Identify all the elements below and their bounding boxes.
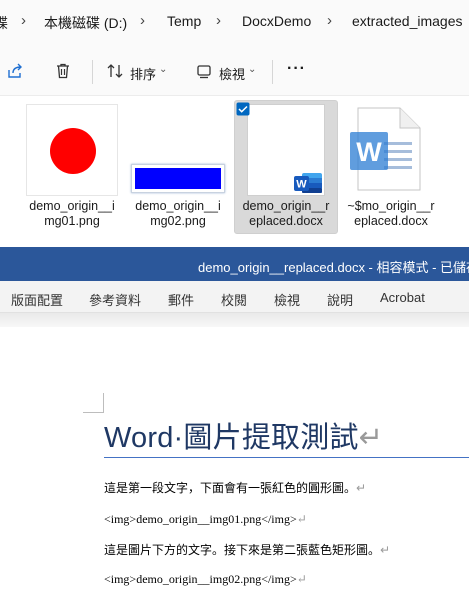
tab-layout[interactable]: 版面配置: [11, 290, 63, 309]
tab-mailings[interactable]: 郵件: [168, 290, 194, 309]
sort-button[interactable]: 排序: [130, 64, 156, 83]
file-name-line: demo_origin__i: [135, 199, 221, 213]
margin-guide: [103, 393, 104, 413]
breadcrumb-item-temp[interactable]: Temp: [167, 13, 201, 29]
paragraph-1[interactable]: 這是第一段文字，下面會有一張紅色的圓形圖。↵: [104, 479, 366, 496]
share-icon[interactable]: [6, 62, 24, 80]
file-name-line: demo_origin__r: [242, 199, 330, 213]
heading-underline: [104, 457, 469, 458]
breadcrumb-item-extracted-images[interactable]: extracted_images: [352, 13, 463, 29]
chevron-right-icon: ›: [21, 12, 26, 29]
blue-rectangle-image: [135, 168, 221, 189]
tab-review[interactable]: 校閱: [221, 290, 247, 309]
paragraph-mark: ↵: [296, 512, 307, 526]
paragraph-4[interactable]: <img>demo_origin__img02.png</img>↵: [104, 572, 307, 587]
screen: { "explorer": { "breadcrumb": { "partial…: [0, 0, 469, 607]
view-button[interactable]: 檢視: [219, 64, 245, 83]
word-letter: W: [356, 137, 382, 167]
file-name-line: mg02.png: [150, 214, 206, 228]
tab-acrobat[interactable]: Acrobat: [380, 290, 425, 305]
address-breadcrumb: 碟 › 本機磁碟 (D:) › Temp › DocxDemo › extrac…: [0, 0, 469, 44]
paragraph-mark: ↵: [296, 572, 307, 586]
word-document-icon[interactable]: W: [348, 106, 424, 192]
file-name-line: eplaced.docx: [354, 214, 428, 228]
paragraph-mark: ↵: [380, 543, 391, 557]
breadcrumb-partial-item[interactable]: 碟: [0, 13, 8, 33]
file-name-line: eplaced.docx: [249, 214, 323, 228]
ribbon-tabs: 版面配置 參考資料 郵件 校閱 檢視 說明 Acrobat: [0, 281, 469, 313]
breadcrumb-item-docxdemo[interactable]: DocxDemo: [242, 13, 311, 29]
toolbar-divider: [92, 60, 93, 84]
toolbar-divider: [272, 60, 273, 84]
chevron-down-icon: ⌄: [159, 64, 168, 75]
chevron-right-icon: ›: [327, 12, 332, 29]
paragraph-text: <img>demo_origin__img01.png</img>: [104, 512, 297, 526]
document-title: demo_origin__replaced.docx - 相容模式 - 已儲存: [198, 260, 469, 275]
file-name-img02[interactable]: demo_origin__i mg02.png: [129, 199, 227, 229]
file-thumbnail-img02[interactable]: [131, 164, 225, 193]
breadcrumb-item-drive[interactable]: 本機磁碟 (D:): [44, 13, 127, 33]
document-heading[interactable]: Word·圖片提取測試↵: [104, 414, 383, 456]
chevron-right-icon: ›: [140, 12, 145, 29]
ribbon-collapsed-area: [0, 313, 469, 327]
file-name-line: mg01.png: [44, 214, 100, 228]
file-name-replaced-docx[interactable]: demo_origin__r eplaced.docx: [237, 199, 335, 229]
word-app-icon: W: [294, 173, 322, 193]
file-name-line: demo_origin__i: [29, 199, 115, 213]
selection-checkbox-icon[interactable]: [236, 102, 250, 116]
tab-help[interactable]: 說明: [327, 290, 353, 309]
paragraph-text: 這是第一段文字，下面會有一張紅色的圓形圖。: [104, 481, 357, 495]
delete-icon[interactable]: [54, 62, 72, 80]
sort-icon: [107, 64, 123, 78]
chevron-down-icon: ⌄: [248, 64, 257, 75]
chevron-right-icon: ›: [216, 12, 221, 29]
paragraph-text: 這是圖片下方的文字。接下來是第二張藍色矩形圖。: [104, 543, 381, 557]
file-name-line: ~$mo_origin__r: [347, 199, 435, 213]
paragraph-mark: ↵: [356, 481, 367, 495]
file-name-img01[interactable]: demo_origin__i mg01.png: [23, 199, 121, 229]
file-thumbnail-replaced-docx[interactable]: W: [247, 104, 325, 196]
file-list: demo_origin__i mg01.png demo_origin__i m…: [0, 96, 469, 246]
red-circle-image: [50, 128, 96, 174]
heading-text: Word·圖片提取測試: [104, 422, 359, 454]
paragraph-2[interactable]: <img>demo_origin__img01.png</img>↵: [104, 512, 307, 527]
word-letter: W: [296, 179, 307, 191]
document-page[interactable]: Word·圖片提取測試↵ 這是第一段文字，下面會有一張紅色的圓形圖。↵ <img…: [0, 327, 469, 607]
word-title-bar: ‹ demo_origin__replaced.docx - 相容模式 - 已儲…: [0, 247, 469, 281]
tab-references[interactable]: 參考資料: [89, 290, 141, 309]
paragraph-mark: ↵: [358, 422, 384, 454]
tab-view[interactable]: 檢視: [274, 290, 300, 309]
paragraph-text: <img>demo_origin__img02.png</img>: [104, 572, 297, 586]
file-thumbnail-img01[interactable]: [26, 104, 118, 196]
file-name-temp-docx[interactable]: ~$mo_origin__r eplaced.docx: [342, 199, 440, 229]
margin-guide: [83, 412, 103, 413]
explorer-command-bar: 排序 ⌄ 檢視 ⌄ ···: [0, 44, 469, 96]
more-options-button[interactable]: ···: [287, 60, 306, 78]
paragraph-3[interactable]: 這是圖片下方的文字。接下來是第二張藍色矩形圖。↵: [104, 541, 390, 558]
view-icon: [197, 65, 211, 79]
